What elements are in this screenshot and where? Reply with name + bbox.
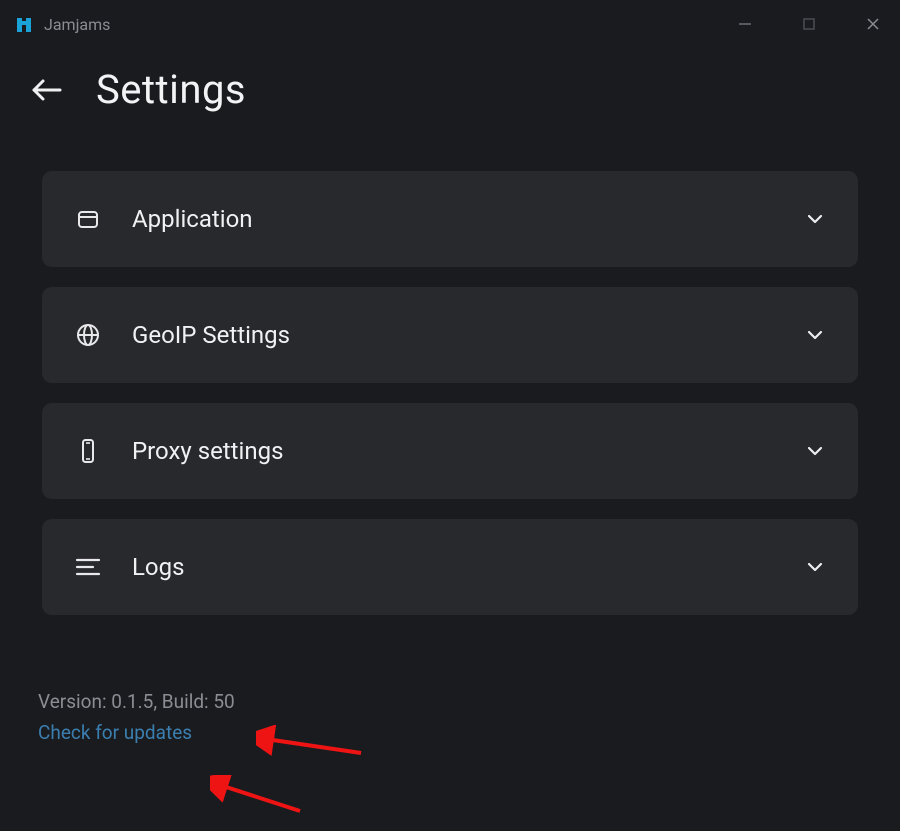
chevron-down-icon <box>804 208 826 230</box>
chevron-down-icon <box>804 556 826 578</box>
titlebar: Jamjams <box>0 0 900 48</box>
annotation-arrow-icon <box>210 775 306 819</box>
app-title: Jamjams <box>44 15 110 34</box>
back-button[interactable] <box>26 70 66 110</box>
close-button[interactable] <box>860 11 886 37</box>
phone-icon <box>74 437 102 465</box>
page-header: Settings <box>0 48 900 123</box>
minimize-button[interactable] <box>732 11 758 37</box>
section-label: Proxy settings <box>132 437 774 465</box>
chevron-down-icon <box>804 440 826 462</box>
chevron-down-icon <box>804 324 826 346</box>
section-label: Application <box>132 205 774 233</box>
section-label: GeoIP Settings <box>132 321 774 349</box>
settings-section-application[interactable]: Application <box>42 171 858 267</box>
logs-icon <box>74 553 102 581</box>
app-logo-icon <box>14 14 34 34</box>
titlebar-left: Jamjams <box>14 14 732 34</box>
page-title: Settings <box>96 66 246 113</box>
settings-section-logs[interactable]: Logs <box>42 519 858 615</box>
footer: Version: 0.1.5, Build: 50 Check for upda… <box>0 655 900 744</box>
settings-section-geoip[interactable]: GeoIP Settings <box>42 287 858 383</box>
maximize-button[interactable] <box>796 11 822 37</box>
section-label: Logs <box>132 553 774 581</box>
window-icon <box>74 205 102 233</box>
settings-content: Application GeoIP Settings Proxy setting… <box>0 123 900 655</box>
check-updates-link[interactable]: Check for updates <box>38 721 862 744</box>
settings-section-proxy[interactable]: Proxy settings <box>42 403 858 499</box>
version-text: Version: 0.1.5, Build: 50 <box>38 690 862 713</box>
globe-icon <box>74 321 102 349</box>
window-controls <box>732 11 886 37</box>
